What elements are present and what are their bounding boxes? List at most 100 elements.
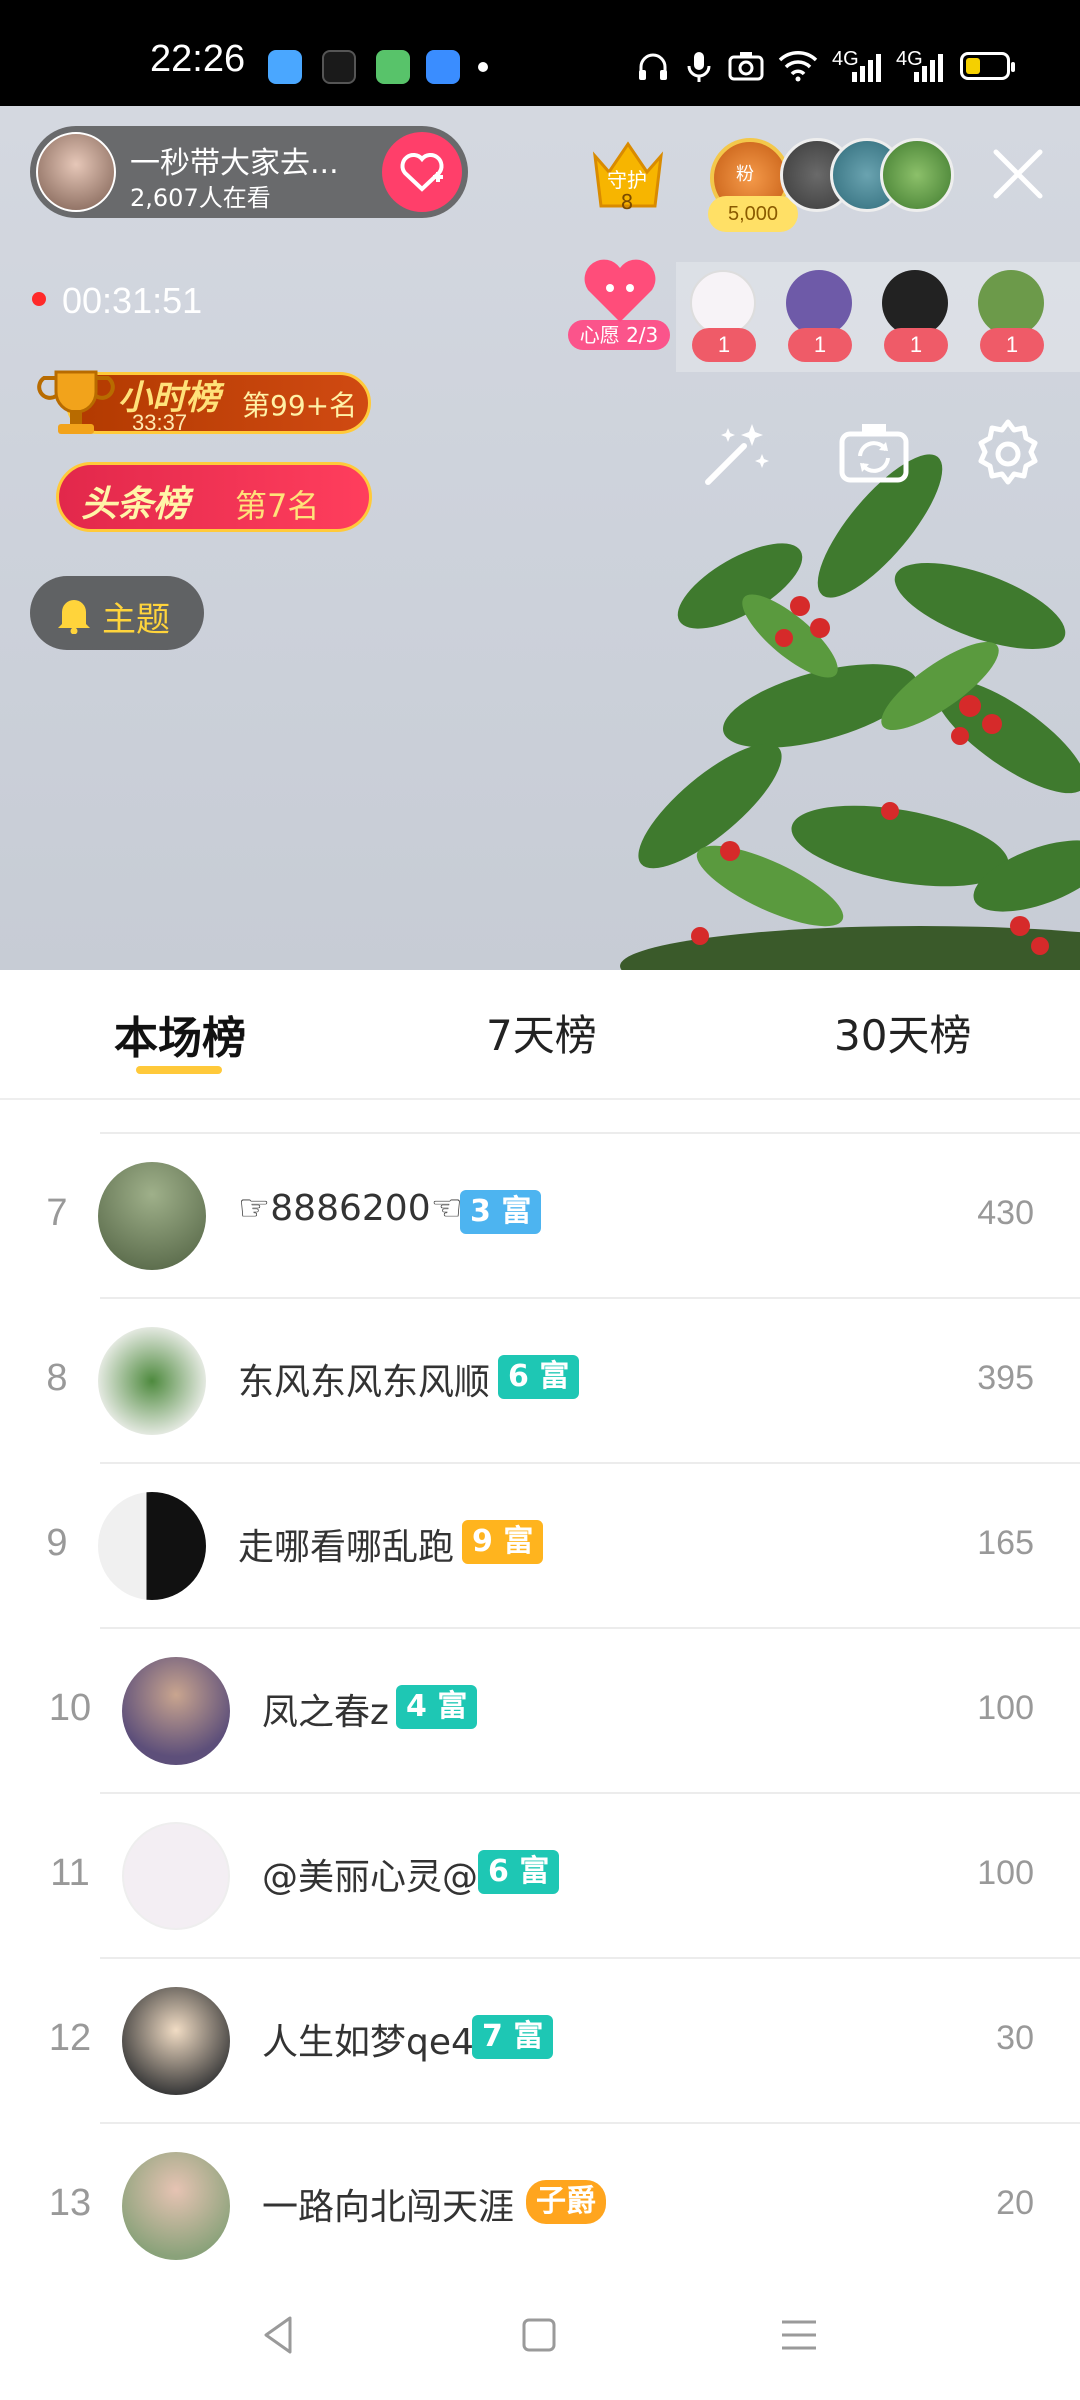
camera-flip-icon[interactable] <box>836 416 912 492</box>
gifter-count: 1 <box>788 328 852 362</box>
trophy-icon <box>37 370 115 434</box>
leaderboard-row[interactable]: 7 ☞8886200☜ 3 富 430 <box>0 1134 1080 1299</box>
viewer-avatar[interactable] <box>880 138 954 212</box>
wealth-level-badge: 7 富 <box>472 2015 554 2059</box>
gifter-item[interactable]: 1 <box>976 262 1048 362</box>
user-name: 人生如梦qe4 <box>262 2022 474 2063</box>
gifter-avatar <box>978 270 1044 336</box>
signal-2-icon <box>914 54 943 82</box>
back-icon[interactable] <box>254 2310 304 2360</box>
leaderboard-row[interactable]: 12 人生如梦qe4 7 富 30 <box>0 1959 1080 2124</box>
hour-rank-time: 33:37 <box>132 410 188 435</box>
rank-number: 10 <box>48 1687 92 1729</box>
score: 100 <box>977 1854 1034 1892</box>
hour-rank-badge[interactable]: 小时榜 33:37 第99+名 <box>36 362 376 440</box>
rank-number: 11 <box>50 1852 90 1894</box>
active-tab-indicator <box>136 1066 222 1074</box>
signal-1-icon <box>852 54 881 82</box>
user-avatar[interactable] <box>122 2152 230 2260</box>
score: 165 <box>977 1524 1034 1562</box>
score: 100 <box>977 1689 1034 1727</box>
magic-wand-icon[interactable] <box>698 416 774 492</box>
wealth-level-badge: 6 富 <box>498 1355 580 1399</box>
user-name: ☞8886200☜ <box>238 1188 463 1229</box>
headline-rank-badge[interactable]: 头条榜 第7名 <box>56 462 372 532</box>
rank-number: 13 <box>48 2182 92 2224</box>
wealth-level-badge: 4 富 <box>396 1685 478 1729</box>
message-app-icon <box>426 50 460 84</box>
close-button[interactable] <box>990 146 1046 202</box>
wealth-level-badge: 6 富 <box>478 1850 560 1894</box>
user-name: @美丽心灵@ <box>262 1857 479 1898</box>
leaderboard-tabs: 本场榜 7天榜 30天榜 <box>0 970 1080 1100</box>
user-name: 走哪看哪乱跑 <box>238 1527 455 1568</box>
topic-button[interactable]: 主题 <box>30 576 204 650</box>
recording-dot-icon <box>32 292 46 306</box>
host-info-pill[interactable]: 一秒带大家去... 2,607人在看 <box>30 126 468 218</box>
user-name: 东风东风东风顺 <box>238 1362 491 1403</box>
rank-number: 12 <box>48 2017 92 2059</box>
user-name: 一路向北闯天涯 <box>262 2187 515 2228</box>
hour-rank-position: 第99+名 <box>242 389 358 422</box>
score: 430 <box>977 1194 1034 1232</box>
browser-app-icon <box>268 50 302 84</box>
wealth-level-badge: 3 富 <box>460 1190 542 1234</box>
fan-badge-label: 粉 <box>736 164 754 185</box>
user-avatar[interactable] <box>98 1162 206 1270</box>
gifter-count: 1 <box>692 328 756 362</box>
leaderboard-row[interactable]: 8 东风东风东风顺 6 富 395 <box>0 1299 1080 1464</box>
user-name: 凤之春z <box>262 1692 389 1733</box>
leaderboard-row[interactable]: 11 @美丽心灵@ 6 富 100 <box>0 1794 1080 1959</box>
gifter-count: 1 <box>980 328 1044 362</box>
gifter-item[interactable]: 1 <box>784 262 856 362</box>
guard-count: 8 <box>620 190 634 214</box>
wish-label: 心愿 2/3 <box>568 320 670 350</box>
camera-app-icon <box>376 50 410 84</box>
tiktok-app-icon <box>322 50 356 84</box>
home-icon[interactable] <box>514 2310 564 2360</box>
leaderboard-row[interactable]: 9 走哪看哪乱跑 9 富 165 <box>0 1464 1080 1629</box>
tab-30-days[interactable]: 30天榜 <box>834 1002 971 1063</box>
user-avatar[interactable] <box>122 1822 230 1930</box>
menu-icon[interactable] <box>774 2310 824 2360</box>
score: 30 <box>996 2019 1034 2057</box>
guard-label: 守护 <box>607 168 647 192</box>
tab-this-session[interactable]: 本场榜 <box>114 1002 246 1066</box>
headphones-icon <box>639 53 667 80</box>
leaderboard-row[interactable]: 10 凤之春z 4 富 100 <box>0 1629 1080 1794</box>
battery-icon <box>960 52 1015 80</box>
user-avatar[interactable] <box>122 1987 230 2095</box>
host-avatar[interactable] <box>36 132 116 212</box>
follow-heart-button[interactable] <box>382 132 462 212</box>
notification-dot-icon <box>478 62 488 72</box>
gifter-item[interactable]: 1 <box>880 262 952 362</box>
topic-label: 主题 <box>102 600 170 640</box>
heart-plus-icon <box>400 153 444 192</box>
close-icon <box>993 149 1043 199</box>
rank-number: 9 <box>46 1522 68 1564</box>
bell-icon <box>58 600 90 634</box>
fan-count: 5,000 <box>708 196 798 232</box>
user-avatar[interactable] <box>98 1492 206 1600</box>
microphone-icon <box>687 52 711 82</box>
rank-number: 8 <box>46 1357 68 1399</box>
gifter-count: 1 <box>884 328 948 362</box>
headline-rank-position: 第7名 <box>235 487 320 525</box>
top-gifters-bar: 1 1 1 1 <box>676 262 1080 372</box>
rank-title-badge: 子爵 <box>526 2180 606 2224</box>
wish-heart-icon[interactable] <box>580 256 660 326</box>
wealth-level-badge: 9 富 <box>462 1520 544 1564</box>
status-bar: 22:26 4G 4G <box>0 0 1080 106</box>
gifter-avatar <box>786 270 852 336</box>
leaderboard-sheet: 本场榜 7天榜 30天榜 7 ☞8886200☜ 3 富 430 8 东风东风东… <box>0 970 1080 2270</box>
tab-7-days[interactable]: 7天榜 <box>486 1002 597 1063</box>
user-avatar[interactable] <box>98 1327 206 1435</box>
settings-gear-icon[interactable] <box>970 416 1046 492</box>
rank-number: 7 <box>46 1192 68 1234</box>
host-name: 一秒带大家去... <box>130 146 339 181</box>
user-avatar[interactable] <box>122 1657 230 1765</box>
status-time: 22:26 <box>150 38 246 80</box>
gifter-item[interactable]: 1 <box>688 262 760 362</box>
leaderboard-row[interactable]: 13 一路向北闯天涯 子爵 20 <box>0 2124 1080 2270</box>
score: 395 <box>977 1359 1034 1397</box>
